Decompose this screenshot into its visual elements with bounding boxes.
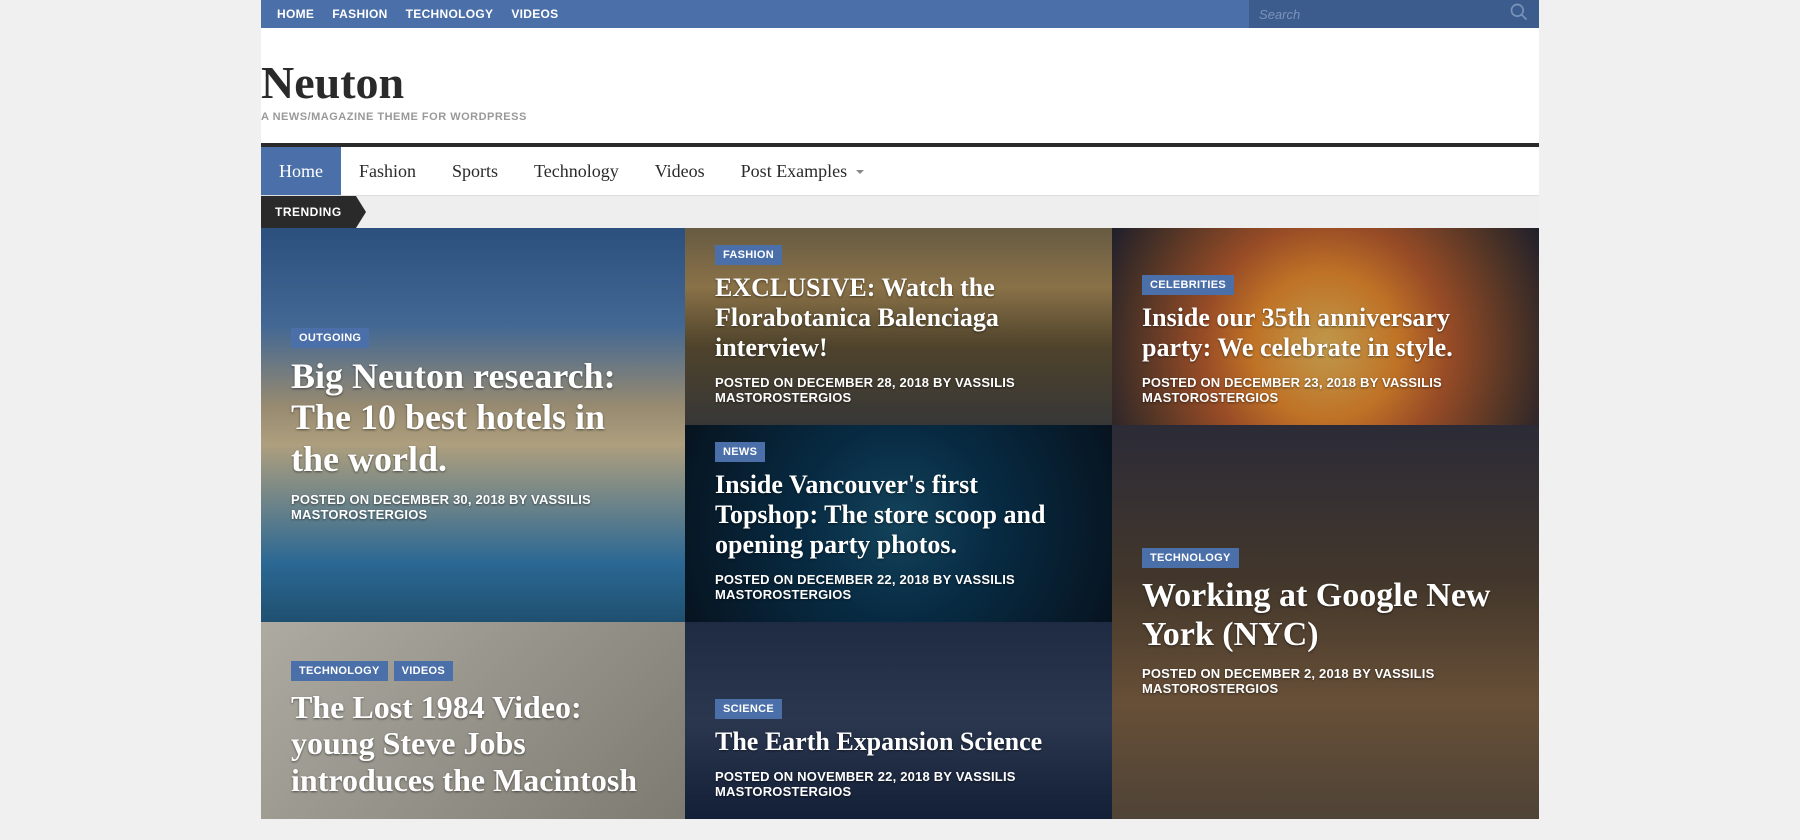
post-meta: POSTED ON NOVEMBER 22, 2018 BY VASSILIS … bbox=[715, 769, 1082, 799]
nav-post-examples[interactable]: Post Examples bbox=[723, 147, 884, 195]
trending-bar: TRENDING bbox=[261, 196, 1539, 228]
post-tile-hero[interactable]: OUTGOING Big Neuton research: The 10 bes… bbox=[261, 228, 685, 622]
post-title: Inside Vancouver's first Topshop: The st… bbox=[715, 470, 1082, 560]
main-nav: Home Fashion Sports Technology Videos Po… bbox=[261, 147, 1539, 196]
post-title: Big Neuton research: The 10 best hotels … bbox=[291, 356, 655, 480]
category-badge[interactable]: VIDEOS bbox=[394, 661, 453, 681]
post-meta: POSTED ON DECEMBER 28, 2018 BY VASSILIS … bbox=[715, 375, 1082, 405]
site-tagline: A NEWS/MAGAZINE THEME FOR WORDPRESS bbox=[261, 111, 1539, 123]
nav-home[interactable]: Home bbox=[261, 147, 341, 195]
post-tile[interactable]: SCIENCE The Earth Expansion Science POST… bbox=[685, 622, 1112, 819]
featured-grid: OUTGOING Big Neuton research: The 10 bes… bbox=[261, 228, 1539, 819]
post-meta: POSTED ON DECEMBER 2, 2018 BY VASSILIS M… bbox=[1142, 666, 1509, 696]
nav-fashion[interactable]: Fashion bbox=[341, 147, 434, 195]
category-badge[interactable]: OUTGOING bbox=[291, 328, 369, 348]
post-tile[interactable]: CELEBRITIES Inside our 35th anniversary … bbox=[1112, 228, 1539, 425]
post-meta: POSTED ON DECEMBER 30, 2018 BY VASSILIS … bbox=[291, 492, 655, 522]
topnav-home[interactable]: HOME bbox=[277, 7, 314, 21]
search-input[interactable] bbox=[1259, 7, 1509, 22]
top-nav: HOME FASHION TECHNOLOGY VIDEOS bbox=[277, 7, 558, 21]
top-bar: HOME FASHION TECHNOLOGY VIDEOS bbox=[261, 0, 1539, 28]
post-title: Working at Google New York (NYC) bbox=[1142, 576, 1509, 654]
topnav-technology[interactable]: TECHNOLOGY bbox=[406, 7, 494, 21]
post-tile[interactable]: NEWS Inside Vancouver's first Topshop: T… bbox=[685, 425, 1112, 622]
topnav-fashion[interactable]: FASHION bbox=[332, 7, 387, 21]
post-tile[interactable]: FASHION EXCLUSIVE: Watch the Florabotani… bbox=[685, 228, 1112, 425]
category-badge[interactable]: NEWS bbox=[715, 442, 765, 462]
search-icon[interactable] bbox=[1509, 2, 1529, 27]
search-box bbox=[1249, 0, 1539, 28]
site-title[interactable]: Neuton bbox=[261, 56, 1539, 109]
category-badge[interactable]: TECHNOLOGY bbox=[1142, 548, 1239, 568]
category-badge[interactable]: SCIENCE bbox=[715, 699, 782, 719]
category-badge[interactable]: CELEBRITIES bbox=[1142, 275, 1234, 295]
nav-technology[interactable]: Technology bbox=[516, 147, 637, 195]
post-meta: POSTED ON DECEMBER 23, 2018 BY VASSILIS … bbox=[1142, 375, 1509, 405]
nav-post-examples-label: Post Examples bbox=[741, 161, 848, 182]
post-meta: POSTED ON DECEMBER 22, 2018 BY VASSILIS … bbox=[715, 572, 1082, 602]
category-badge[interactable]: TECHNOLOGY bbox=[291, 661, 388, 681]
post-tile[interactable]: TECHNOLOGY VIDEOS The Lost 1984 Video: y… bbox=[261, 622, 685, 819]
post-title: EXCLUSIVE: Watch the Florabotanica Balen… bbox=[715, 273, 1082, 363]
topnav-videos[interactable]: VIDEOS bbox=[511, 7, 558, 21]
post-title: Inside our 35th anniversary party: We ce… bbox=[1142, 303, 1509, 363]
post-title: The Lost 1984 Video: young Steve Jobs in… bbox=[291, 689, 655, 799]
nav-sports[interactable]: Sports bbox=[434, 147, 516, 195]
site-header: Neuton A NEWS/MAGAZINE THEME FOR WORDPRE… bbox=[261, 28, 1539, 143]
nav-videos[interactable]: Videos bbox=[637, 147, 723, 195]
post-title: The Earth Expansion Science bbox=[715, 727, 1082, 757]
trending-label: TRENDING bbox=[261, 196, 356, 228]
post-tile[interactable]: TECHNOLOGY Working at Google New York (N… bbox=[1112, 425, 1539, 819]
chevron-down-icon bbox=[855, 161, 865, 182]
category-badge[interactable]: FASHION bbox=[715, 245, 782, 265]
